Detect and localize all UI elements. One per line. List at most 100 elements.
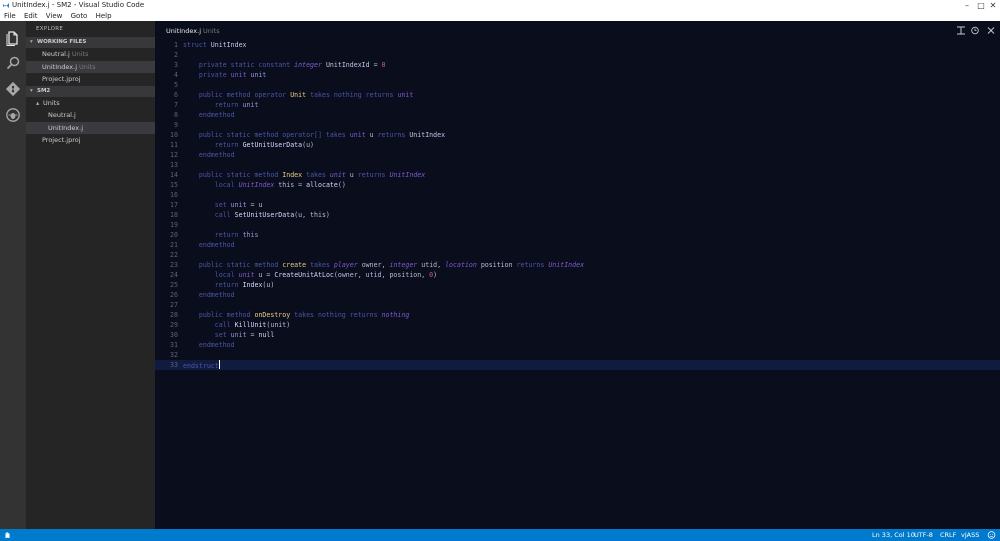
menu-view[interactable]: View	[46, 11, 63, 21]
tree-file-neutral[interactable]: Neutral.j	[26, 109, 155, 122]
working-file-project[interactable]: Project.jproj	[26, 73, 155, 86]
code-token: local	[214, 181, 239, 189]
code-token: public static method operator[] takes	[198, 131, 350, 139]
code-line[interactable]: 17 set unit = u	[155, 200, 1000, 210]
chevron-down-icon: ▾	[30, 39, 33, 45]
cursor-position[interactable]: Ln 33, Col 10	[872, 529, 915, 541]
code-token: KillUnit	[234, 321, 267, 329]
code-token: private static constant	[198, 61, 295, 69]
code-line[interactable]: 30 set unit = null	[155, 330, 1000, 340]
line-number: 9	[174, 121, 178, 129]
code-line[interactable]: 16	[155, 190, 1000, 200]
code-line[interactable]: 7 return unit	[155, 100, 1000, 110]
language-mode[interactable]: vJASS	[961, 529, 979, 541]
debug-icon[interactable]	[5, 107, 21, 123]
code-line[interactable]: 4 private unit unit	[155, 70, 1000, 80]
code-line[interactable]: 19	[155, 220, 1000, 230]
line-number: 27	[170, 301, 178, 309]
code-token: call	[214, 321, 235, 329]
code-text: public method operator Unit takes nothin…	[183, 90, 413, 100]
code-token: u	[365, 131, 378, 139]
menu-goto[interactable]: Goto	[71, 11, 88, 21]
code-text: private static constant integer UnitInde…	[183, 60, 386, 70]
working-file-neutral[interactable]: Neutral.j Units	[26, 48, 155, 61]
search-icon[interactable]	[5, 55, 21, 71]
code-line[interactable]: 25 return Index(u)	[155, 280, 1000, 290]
explorer-icon[interactable]	[5, 30, 21, 46]
menu-edit[interactable]: Edit	[24, 11, 38, 21]
code-text: endmethod	[183, 290, 235, 300]
code-token: (unit)	[266, 321, 291, 329]
close-editor-icon[interactable]	[986, 26, 996, 35]
code-text: set unit = u	[183, 200, 263, 210]
code-line[interactable]: 20 return this	[155, 230, 1000, 240]
code-line[interactable]: 5	[155, 80, 1000, 90]
code-line[interactable]: 26 endmethod	[155, 290, 1000, 300]
editor-tab[interactable]: UnitIndex.j Units	[166, 27, 220, 35]
history-icon[interactable]	[970, 26, 980, 35]
code-token: location	[445, 261, 477, 269]
code-text: public method onDestroy takes nothing re…	[183, 310, 409, 320]
line-number: 25	[170, 281, 178, 289]
working-file-unitindex[interactable]: UnitIndex.j Units	[26, 60, 155, 73]
project-section[interactable]: ▾ SM2	[26, 85, 155, 97]
tree-file-unitindex[interactable]: UnitIndex.j	[26, 121, 155, 134]
code-line[interactable]: 10 public static method operator[] takes…	[155, 130, 1000, 140]
code-text: public static method Index takes unit u …	[183, 170, 425, 180]
code-line[interactable]: 6 public method operator Unit takes noth…	[155, 90, 1000, 100]
code-line[interactable]: 14 public static method Index takes unit…	[155, 170, 1000, 180]
code-line[interactable]: 3 private static constant integer UnitIn…	[155, 60, 1000, 70]
code-line[interactable]: 29 call KillUnit(unit)	[155, 320, 1000, 330]
code-line[interactable]: 11 return GetUnitUserData(u)	[155, 140, 1000, 150]
code-token: unit	[230, 331, 247, 339]
code-line[interactable]: 13	[155, 160, 1000, 170]
code-line[interactable]: 9	[155, 120, 1000, 130]
code-text: endstruct	[183, 360, 220, 371]
line-number: 10	[170, 131, 178, 139]
line-number: 29	[170, 321, 178, 329]
menu-help[interactable]: Help	[96, 11, 112, 21]
code-line[interactable]: 18 call SetUnitUserData(u, this)	[155, 210, 1000, 220]
code-line[interactable]: 24 local unit u = CreateUnitAtLoc(owner,…	[155, 270, 1000, 280]
line-ending[interactable]: CRLF	[940, 529, 956, 541]
code-token: Unit	[290, 91, 307, 99]
code-token: player	[333, 261, 358, 269]
code-line[interactable]: 27	[155, 300, 1000, 310]
working-files-section[interactable]: ▾ WORKING FILES	[26, 37, 155, 48]
code-text: return Index(u)	[183, 280, 275, 290]
code-line[interactable]: 12 endmethod	[155, 150, 1000, 160]
line-number: 15	[170, 181, 178, 189]
feedback-smiley-icon[interactable]	[987, 531, 996, 539]
code-line[interactable]: 15 local UnitIndex this = allocate()	[155, 180, 1000, 190]
code-line[interactable]: 22	[155, 250, 1000, 260]
split-editor-icon[interactable]	[956, 26, 966, 35]
git-icon[interactable]	[5, 81, 21, 97]
folder-units[interactable]: ▴ Units	[26, 97, 155, 110]
menu-file[interactable]: File	[4, 11, 16, 21]
encoding[interactable]: UTF-8	[914, 529, 933, 541]
code-line[interactable]: 33 endstruct	[155, 360, 1000, 370]
code-line[interactable]: 23 public static method create takes pla…	[155, 260, 1000, 270]
code-line[interactable]: 28 public method onDestroy takes nothing…	[155, 310, 1000, 320]
code-line[interactable]: 21 endmethod	[155, 240, 1000, 250]
file-name: Project.jproj	[42, 75, 81, 83]
code-line[interactable]: 32	[155, 350, 1000, 360]
code-line[interactable]: 1 struct UnitIndex	[155, 40, 1000, 50]
folder-name: Units	[43, 98, 60, 107]
line-number: 4	[174, 71, 178, 79]
code-token: endmethod	[198, 241, 235, 249]
code-line[interactable]: 8 endmethod	[155, 110, 1000, 120]
code-line[interactable]: 2	[155, 50, 1000, 60]
close-button[interactable]: ✕	[982, 0, 1000, 11]
code-token: call	[214, 211, 235, 219]
code-line[interactable]: 31 endmethod	[155, 340, 1000, 350]
code-token: utid,	[417, 261, 446, 269]
tree-file-project[interactable]: Project.jproj	[26, 134, 155, 147]
